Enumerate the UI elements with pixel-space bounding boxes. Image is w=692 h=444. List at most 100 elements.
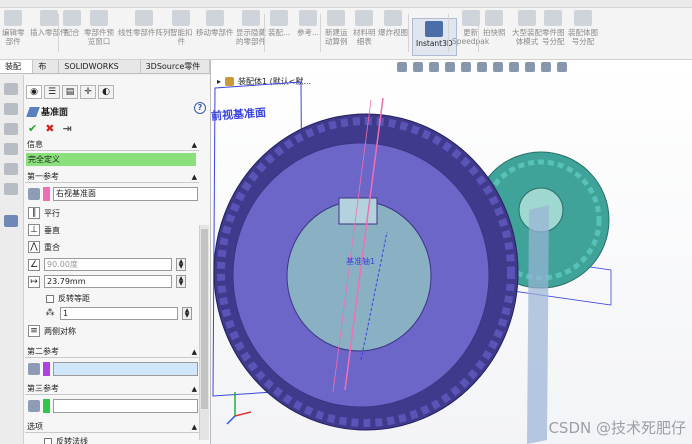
flip-offset-row[interactable]: 反转等距 xyxy=(46,293,90,304)
ribbon-separator xyxy=(448,14,449,52)
flip-normal-checkbox[interactable] xyxy=(44,437,52,444)
ribbon-button-8[interactable]: 装配... xyxy=(268,10,290,37)
ribbon-button-label: 大型装配 体模式 xyxy=(512,28,542,46)
pm-tab-crosshair-icon[interactable]: ✛ xyxy=(80,85,96,99)
ribbon-button-12[interactable]: 爆炸视图 xyxy=(378,10,408,37)
ribbon-button-label: 插入零部件 xyxy=(30,28,68,37)
ribbon-button-9[interactable]: 参考... xyxy=(297,10,319,37)
count-row: ⁂ 1 ▲ ▼ xyxy=(44,307,192,320)
ribbon-button-6[interactable]: 移动零部件 xyxy=(196,10,234,37)
axis-label: 基准轴1 xyxy=(346,257,376,266)
ribbon-button-1[interactable]: 插入零部件 xyxy=(30,10,68,37)
ribbon-button-label: 零部件预 览窗口 xyxy=(84,28,114,46)
cancel-icon[interactable]: ✖ xyxy=(45,122,54,135)
ribbon-button-17[interactable]: 零件图 号分配 xyxy=(542,10,565,46)
count-field[interactable]: 1 xyxy=(60,307,178,320)
distance-row: ↦ 23.79mm ▲ ▼ xyxy=(28,275,186,288)
tab-assembly[interactable]: 装配体 xyxy=(0,60,34,84)
constraint-mid-plane[interactable]: ≡ 两侧对称 xyxy=(28,325,76,337)
angle-field[interactable]: 90.00度 xyxy=(44,258,172,271)
ribbon-button-7[interactable]: 显示隐藏 的零部件 xyxy=(236,10,266,46)
ribbon-tool-icon xyxy=(270,10,289,26)
pm-scrollbar-thumb[interactable] xyxy=(201,229,208,409)
ribbon-button-18[interactable]: 装配体图 号分配 xyxy=(568,10,598,46)
ribbon-button-2[interactable]: 配合 xyxy=(63,10,81,37)
parallel-label: 平行 xyxy=(44,208,60,218)
instances-icon: ⁂ xyxy=(45,307,55,318)
display-icon[interactable] xyxy=(4,163,18,175)
ribbon-button-5[interactable]: 智能扣 件 xyxy=(170,10,193,46)
constraint-parallel[interactable]: ∥ 平行 xyxy=(28,207,60,219)
ribbon-button-label: 装配... xyxy=(268,28,291,37)
ribbon-separator xyxy=(264,14,265,52)
model-graphics xyxy=(212,81,612,444)
flip-offset-checkbox[interactable] xyxy=(46,294,54,303)
large-gear xyxy=(213,113,519,431)
plane-icon xyxy=(26,106,40,117)
mid-plane-label: 两侧对称 xyxy=(44,326,76,336)
second-ref-field[interactable] xyxy=(53,362,198,376)
triad-x xyxy=(234,411,252,417)
chevron-up-icon: ▲ xyxy=(191,173,197,181)
triad-z xyxy=(226,415,236,425)
watermark: CSDN @技术死肥仔 xyxy=(548,419,686,437)
section-first-ref-label: 第一参考 xyxy=(27,172,59,181)
section-options-header[interactable]: 选项 ▲ xyxy=(25,421,199,433)
distance-icon[interactable]: ↦ xyxy=(28,275,40,288)
flip-normal-row[interactable]: 反转法线 xyxy=(44,436,88,444)
angle-icon[interactable]: ∠ xyxy=(28,258,40,271)
ribbon-tool-icon xyxy=(242,10,260,26)
plane-feature-icon[interactable] xyxy=(4,215,18,227)
ribbon-button-15[interactable]: 拍快照 xyxy=(483,10,506,37)
ribbon-button-label: 智能扣 件 xyxy=(170,28,193,46)
feature-tree-icon[interactable] xyxy=(4,83,18,95)
pm-actions: ✔ ✖ ⇥ xyxy=(28,122,72,135)
pm-tab-config-icon[interactable]: ▤ xyxy=(62,85,78,99)
status-message: 完全定义 xyxy=(26,153,196,166)
pm-tab-tree-icon[interactable]: ☰ xyxy=(44,85,60,99)
ribbon-button-4[interactable]: 线性零部件阵列 xyxy=(118,10,171,37)
section-second-ref-header[interactable]: 第二参考 ▲ xyxy=(25,346,199,358)
pm-tab-feature-icon[interactable]: ◉ xyxy=(26,85,42,99)
chevron-up-icon: ▲ xyxy=(191,423,197,431)
ribbon-button-10[interactable]: 新建运 动算例 xyxy=(325,10,348,46)
pin-icon[interactable]: ⇥ xyxy=(62,122,71,135)
ok-icon[interactable]: ✔ xyxy=(28,122,37,135)
count-stepper[interactable]: ▲ ▼ xyxy=(182,307,192,320)
dim-icon[interactable] xyxy=(4,143,18,155)
config-icon[interactable] xyxy=(4,123,18,135)
tab-3dsource[interactable]: 3DSource零件库 xyxy=(141,60,210,84)
graphics-viewport[interactable]: ▸ 装配体1 (默认<默... 前视基准面 基准轴1 CSDN @技术死肥仔 xyxy=(210,60,692,444)
distance-field[interactable]: 23.79mm xyxy=(44,275,172,288)
tab-layout[interactable]: 布局 xyxy=(33,60,60,84)
constraint-perpendicular[interactable]: ⊥ 垂直 xyxy=(28,224,60,236)
pm-scrollbar[interactable] xyxy=(199,225,209,440)
ribbon-tool-icon xyxy=(327,10,346,26)
first-ref-swatch xyxy=(43,187,50,201)
ribbon-tool-icon xyxy=(63,10,81,26)
pm-tab-display-icon[interactable]: ◐ xyxy=(98,85,114,99)
ribbon-button-16[interactable]: 大型装配 体模式 xyxy=(512,10,542,46)
help-icon[interactable]: ? xyxy=(194,102,206,114)
tab-mbd[interactable]: SOLIDWORKS MBD xyxy=(59,60,141,84)
angle-stepper[interactable]: ▲ ▼ xyxy=(176,258,186,271)
ribbon-button-0[interactable]: 编辑零 部件 xyxy=(2,10,25,46)
ribbon-tool-icon xyxy=(461,10,480,26)
property-manager: ◉ ☰ ▤ ✛ ◐ 基准面 ? ✔ ✖ ⇥ 信息 ▲ 完全定义 第一参考 ▲ 右… xyxy=(24,75,210,444)
ribbon-tool-icon xyxy=(39,10,58,26)
first-ref-field[interactable]: 右视基准面 xyxy=(53,187,198,201)
property-icon[interactable] xyxy=(4,103,18,115)
third-ref-field[interactable] xyxy=(53,399,198,413)
ribbon-button-11[interactable]: 材料明 细表 xyxy=(353,10,376,46)
chevron-up-icon: ▲ xyxy=(191,348,197,356)
ribbon-button-label: 参考... xyxy=(297,28,320,37)
constraint-coincident[interactable]: ⋀ 重合 xyxy=(28,241,60,253)
ribbon-button-13[interactable]: Instant3D xyxy=(412,18,457,56)
ribbon-button-3[interactable]: 零部件预 览窗口 xyxy=(84,10,114,46)
section-third-ref-header[interactable]: 第三参考 ▲ xyxy=(25,383,199,395)
distance-stepper[interactable]: ▲ ▼ xyxy=(176,275,186,288)
ribbon-button-label: 编辑零 部件 xyxy=(2,28,25,46)
appearance-icon[interactable] xyxy=(4,183,18,195)
section-first-ref-header[interactable]: 第一参考 ▲ xyxy=(25,171,199,183)
section-info-header[interactable]: 信息 ▲ xyxy=(25,139,199,151)
